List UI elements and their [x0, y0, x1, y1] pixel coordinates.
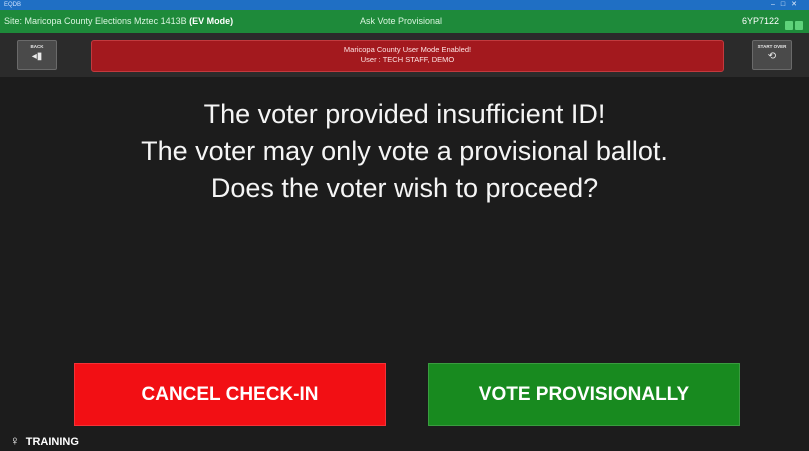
back-arrow-icon: ◂▮ [31, 51, 43, 62]
minimize-icon[interactable]: – [771, 1, 781, 8]
back-button[interactable]: BACK ◂▮ [17, 40, 57, 70]
battery-status-icon [795, 21, 803, 30]
message-line-1: The voter provided insufficient ID! [203, 99, 606, 129]
app-label: EQDB [4, 2, 22, 8]
site-name: Site: Maricopa County Elections Mztec 14… [4, 16, 187, 26]
status-indicators [783, 16, 805, 30]
maximize-icon[interactable]: □ [781, 1, 791, 8]
window-controls: –□✕ [771, 0, 803, 10]
start-over-button[interactable]: START OVER ⟲ [752, 40, 792, 70]
user-mode-alert: Maricopa County User Mode Enabled! User … [91, 40, 724, 72]
back-label: BACK [30, 44, 44, 49]
screen-title: Ask Vote Provisional [360, 16, 443, 26]
alert-line-2: User : TECH STAFF, DEMO [360, 55, 455, 64]
training-label: TRAINING [25, 436, 79, 448]
ev-mode-label: (EV Mode) [189, 16, 234, 26]
provisional-message: The voter provided insufficient ID! The … [0, 96, 809, 207]
device-code: 6YP7122 [741, 16, 779, 26]
training-indicator: ♀ TRAINING [10, 430, 79, 449]
message-line-3: Does the voter wish to proceed? [210, 173, 599, 203]
lightbulb-icon: ♀ [10, 433, 20, 448]
start-over-label: START OVER [757, 44, 787, 49]
close-icon[interactable]: ✕ [791, 1, 803, 8]
network-status-icon [785, 21, 793, 30]
site-label: Site: Maricopa County Elections Mztec 14… [4, 10, 233, 33]
vote-provisionally-button[interactable]: VOTE PROVISIONALLY [428, 363, 740, 426]
alert-line-1: Maricopa County User Mode Enabled! [343, 45, 472, 54]
cancel-check-in-button[interactable]: CANCEL CHECK-IN [74, 363, 386, 426]
message-line-2: The voter may only vote a provisional ba… [141, 136, 668, 166]
header-bar: BACK ◂▮ Maricopa County User Mode Enable… [0, 33, 809, 77]
window-title-bar: EQDB –□✕ [0, 0, 809, 10]
site-info-bar: Site: Maricopa County Elections Mztec 14… [0, 10, 809, 33]
restart-icon: ⟲ [767, 51, 777, 62]
